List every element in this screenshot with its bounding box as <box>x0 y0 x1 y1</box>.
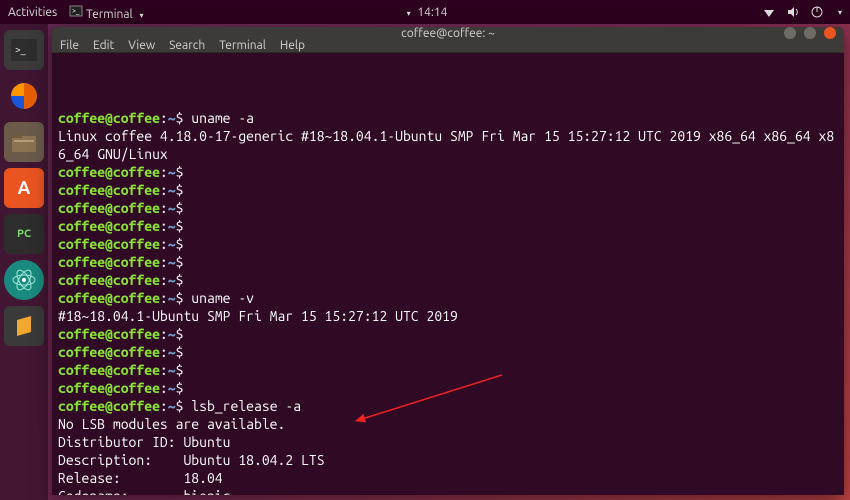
launcher-pycharm[interactable]: PC <box>4 214 44 254</box>
volume-icon[interactable] <box>786 5 800 19</box>
launcher-terminal[interactable]: >_ <box>4 30 44 70</box>
menu-help[interactable]: Help <box>280 39 305 52</box>
terminal-prompt-line: coffee@coffee:~$ <box>58 181 838 199</box>
terminal-prompt-line: coffee@coffee:~$ <box>58 217 838 235</box>
menu-edit[interactable]: Edit <box>93 39 114 52</box>
terminal-output-line: #18~18.04.1-Ubuntu SMP Fri Mar 15 15:27:… <box>58 307 838 325</box>
activities-button[interactable]: Activities <box>8 6 57 19</box>
terminal-prompt-line: coffee@coffee:~$ <box>58 379 838 397</box>
terminal-output-line: Codename: bionic <box>58 487 838 495</box>
terminal-prompt-line: coffee@coffee:~$ <box>58 343 838 361</box>
terminal-window: coffee@coffee: ~ File Edit View Search T… <box>52 27 844 495</box>
gnome-topbar: Activities >_ Terminal ▾ ▾ 14:14 ▾ <box>0 0 850 24</box>
terminal-content[interactable]: coffee@coffee:~$ uname -aLinux coffee 4.… <box>52 53 844 495</box>
terminal-output-line: Description: Ubuntu 18.04.2 LTS <box>58 451 838 469</box>
network-icon[interactable] <box>762 5 776 19</box>
chevron-down-icon: ▾ <box>838 8 842 17</box>
terminal-prompt-line: coffee@coffee:~$ uname -a <box>58 109 838 127</box>
close-button[interactable] <box>824 27 836 39</box>
window-title: coffee@coffee: ~ <box>401 27 495 40</box>
launcher-dock: >_ A PC <box>0 24 48 500</box>
terminal-prompt-line: coffee@coffee:~$ lsb_release -a <box>58 397 838 415</box>
terminal-output-line: Distributor ID: Ubuntu <box>58 433 838 451</box>
svg-text:>_: >_ <box>15 44 26 55</box>
launcher-software[interactable]: A <box>4 168 44 208</box>
terminal-output-line: Release: 18.04 <box>58 469 838 487</box>
power-icon[interactable] <box>810 5 824 19</box>
menu-view[interactable]: View <box>128 39 155 52</box>
terminal-prompt-line: coffee@coffee:~$ <box>58 199 838 217</box>
menu-search[interactable]: Search <box>169 39 205 52</box>
terminal-output-line: No LSB modules are available. <box>58 415 838 433</box>
terminal-icon: >_ <box>69 4 83 18</box>
terminal-prompt-line: coffee@coffee:~$ uname -v <box>58 289 838 307</box>
terminal-prompt-line: coffee@coffee:~$ <box>58 325 838 343</box>
maximize-button[interactable] <box>804 27 816 39</box>
terminal-prompt-line: coffee@coffee:~$ <box>58 253 838 271</box>
chevron-down-icon: ▾ <box>407 9 411 18</box>
window-titlebar[interactable]: coffee@coffee: ~ <box>52 27 844 39</box>
launcher-files[interactable] <box>4 122 44 162</box>
clock[interactable]: ▾ 14:14 <box>403 6 448 19</box>
launcher-firefox[interactable] <box>4 76 44 116</box>
terminal-prompt-line: coffee@coffee:~$ <box>58 361 838 379</box>
svg-text:>_: >_ <box>72 7 80 15</box>
menu-file[interactable]: File <box>60 39 79 52</box>
minimize-button[interactable] <box>784 27 796 39</box>
terminal-output-line: Linux coffee 4.18.0-17-generic #18~18.04… <box>58 127 838 163</box>
chevron-down-icon: ▾ <box>139 11 143 20</box>
menu-terminal[interactable]: Terminal <box>219 39 266 52</box>
terminal-prompt-line: coffee@coffee:~$ <box>58 163 838 181</box>
menubar: File Edit View Search Terminal Help <box>52 39 844 53</box>
launcher-sublime[interactable] <box>4 306 44 346</box>
terminal-prompt-line: coffee@coffee:~$ <box>58 235 838 253</box>
terminal-prompt-line: coffee@coffee:~$ <box>58 271 838 289</box>
launcher-atom[interactable] <box>4 260 44 300</box>
app-menu[interactable]: >_ Terminal ▾ <box>69 4 143 21</box>
